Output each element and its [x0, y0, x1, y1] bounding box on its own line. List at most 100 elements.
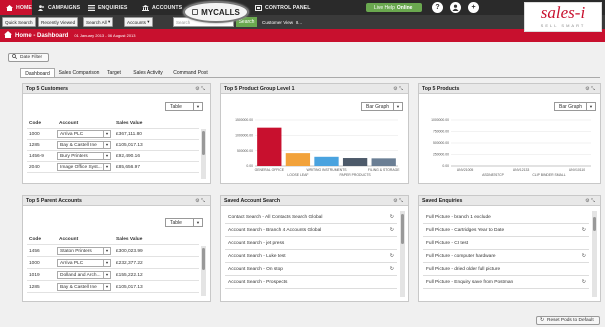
y-tick-label: 250000.00 [433, 153, 449, 157]
bar [257, 127, 282, 166]
list-item[interactable]: Full Picture - Enquiry save from Postman… [423, 276, 589, 289]
refresh-icon[interactable]: ↻ [390, 253, 394, 259]
phone-icon [192, 9, 199, 15]
nav-accounts[interactable]: ACCOUNTS [142, 0, 182, 15]
table-header: Code Account Sales Value [27, 234, 199, 245]
search-all-select[interactable]: Search All ▾ [83, 17, 114, 27]
account-select[interactable]: Dolland and Arch... ▼ [57, 271, 111, 279]
date-range: 01 January 2013 - 06 August 2013 [74, 33, 136, 38]
refresh-icon: ↻ [540, 318, 545, 323]
top-parent-accounts-panel: Top 5 Parent Accounts ⚙ ⤡ Table ▼ Code A… [22, 195, 211, 302]
refresh-icon[interactable]: ↻ [390, 214, 394, 220]
account-select[interactable]: Bay & Castell Ine ▼ [57, 141, 111, 149]
refresh-icon[interactable]: ↻ [582, 227, 586, 233]
quick-search-button[interactable]: Quick Search [2, 17, 36, 27]
x-tick-label: UNV12133 [513, 168, 530, 172]
chevron-down-icon: ▾ [107, 19, 111, 24]
products-bar-chart: 1000000.00 750000.00 500000.00 250000.00 0.0… [431, 118, 591, 177]
list-item[interactable]: Contact Search - All Contacts Search Glo… [225, 211, 397, 224]
bar [342, 158, 368, 166]
x-tick-label: CLIP BINDER SMALL [532, 173, 565, 177]
search-icon [12, 54, 18, 61]
list-item[interactable]: Account Search - Branch 4 Accounts Globa… [225, 224, 397, 237]
table-row: 1285 Bay & Castell Ine ▼ £105,017.13 [27, 140, 199, 151]
view-select[interactable]: Bar Graph ▼ [554, 102, 596, 111]
panel-settings-icon[interactable]: ⚙ ⤡ [585, 198, 595, 204]
chevron-down-icon: ▾ [147, 19, 150, 24]
sales-i-logo: sales-i SELL SMART [524, 2, 602, 32]
search-toolbar: Quick Search Recently Viewed Search All … [0, 15, 605, 29]
list-item[interactable]: Account Search - Prospects [225, 276, 397, 289]
x-tick-label: UNV10110 [569, 168, 585, 172]
refresh-icon[interactable]: ↻ [390, 266, 394, 272]
nav-mycalls[interactable]: MYCALLS [183, 1, 249, 23]
add-icon[interactable]: + [468, 2, 479, 13]
live-help-button[interactable]: Live Help Online [366, 3, 422, 12]
nav-control-panel[interactable]: CONTROL PANEL [255, 0, 311, 15]
nav-enquiries[interactable]: ENQUIRIES [88, 0, 127, 15]
panel-settings-icon[interactable]: ⚙ ⤡ [195, 198, 205, 204]
panel-header: Top 5 Customers ⚙ ⤡ [23, 84, 210, 94]
panel-header: Saved Account Search ⚙ ⤡ [221, 196, 408, 206]
view-select[interactable]: Table ▼ [165, 102, 203, 111]
x-tick-label: UNV21005 [457, 168, 474, 172]
x-tick-label: WRITING INSTRUMENTS [306, 168, 347, 172]
accounts-select[interactable]: Accounts ▾ [124, 17, 153, 27]
help-icon[interactable]: ? [432, 2, 443, 13]
account-select[interactable]: Arriva PLC ▼ [57, 130, 111, 138]
panel-settings-icon[interactable]: ⚙ ⤡ [393, 198, 403, 204]
bar [314, 156, 339, 166]
scrollbar[interactable] [400, 211, 405, 297]
page-title: Home - Dashboard [15, 32, 69, 39]
account-select[interactable]: Staton Printers ▼ [57, 247, 111, 255]
list-item[interactable]: Full Picture - computer hardware ↻ [423, 250, 589, 263]
account-select[interactable]: Bay & Castell Ine ▼ [57, 283, 111, 291]
list-item[interactable]: Full Picture - dried older full picture [423, 263, 589, 276]
home-icon [4, 31, 12, 40]
scrollbar[interactable] [201, 246, 206, 296]
scrollbar[interactable] [201, 129, 206, 179]
view-select[interactable]: Table ▼ [165, 218, 203, 227]
list-item[interactable]: Account Search - Luke test ↻ [225, 250, 397, 263]
account-select[interactable]: Bury Printers ▼ [57, 152, 111, 160]
top-products-panel: Top 5 Products ⚙ ⤡ Bar Graph ▼ 1000000.0… [418, 83, 601, 184]
account-select[interactable]: Arriva PLC ▼ [57, 259, 111, 267]
view-select[interactable]: Bar Graph ▼ [361, 102, 403, 111]
panel-settings-icon[interactable]: ⚙ ⤡ [195, 86, 205, 92]
control-panel-icon [255, 4, 262, 11]
x-tick-label: PAPER PRODUCTS [339, 173, 371, 177]
table-row: 1019 Dolland and Arch... ▼ £155,222.12 [27, 270, 199, 281]
table-row: 2040 Image Office Syst... ▼ £85,656.97 [27, 162, 199, 173]
list-item[interactable]: Full Picture - branch 1 exclude [423, 211, 589, 224]
refresh-icon[interactable]: ↻ [582, 279, 586, 285]
panel-settings-icon[interactable]: ⚙ ⤡ [393, 86, 403, 92]
nav-campaigns[interactable]: CAMPAIGNS [38, 0, 80, 15]
table-row: 1456 Staton Printers ▼ £300,023.99 [27, 246, 199, 257]
customer-view-link[interactable]: Customer View II... [262, 17, 302, 27]
list-item[interactable]: Account Search - On stop ↻ [225, 263, 397, 276]
refresh-icon[interactable]: ↻ [582, 253, 586, 259]
nav-home[interactable]: HOME [0, 0, 32, 15]
top-product-group-panel: Top 5 Product Group Level 1 ⚙ ⤡ Bar Grap… [220, 83, 409, 184]
table-row: 1285 Bay & Castell Ine ▼ £105,017.13 [27, 282, 199, 293]
top-customers-panel: Top 5 Customers ⚙ ⤡ Table ▼ Code Account… [22, 83, 211, 184]
scrollbar[interactable] [592, 211, 597, 297]
chevron-down-icon: ▼ [103, 131, 110, 137]
date-filter-button[interactable]: Date Filter [8, 53, 49, 62]
chevron-down-icon: ▼ [103, 272, 110, 278]
recently-viewed-button[interactable]: Recently Viewed [38, 17, 79, 27]
reset-pods-button[interactable]: ↻ Reset Pods to Default [536, 316, 600, 325]
y-tick-label: 500000.00 [433, 141, 449, 145]
x-tick-label: GENERAL OFFICE [255, 168, 285, 172]
tab-divider [20, 77, 600, 78]
product-group-bar-chart: 1500000.00 1000000.00 500000.00 0.00GENERAL… [235, 118, 400, 177]
list-item[interactable]: Account Search - jet press [225, 237, 397, 250]
list-item[interactable]: Full Picture - CI test [423, 237, 589, 250]
chevron-down-icon: ▼ [586, 103, 595, 110]
y-tick-label: 1500000.00 [235, 118, 253, 122]
user-icon[interactable] [450, 2, 461, 13]
refresh-icon[interactable]: ↻ [390, 227, 394, 233]
account-select[interactable]: Image Office Syst... ▼ [57, 163, 111, 171]
list-item[interactable]: Full Picture - Cartridges Year to Date ↻ [423, 224, 589, 237]
panel-settings-icon[interactable]: ⚙ ⤡ [585, 86, 595, 92]
